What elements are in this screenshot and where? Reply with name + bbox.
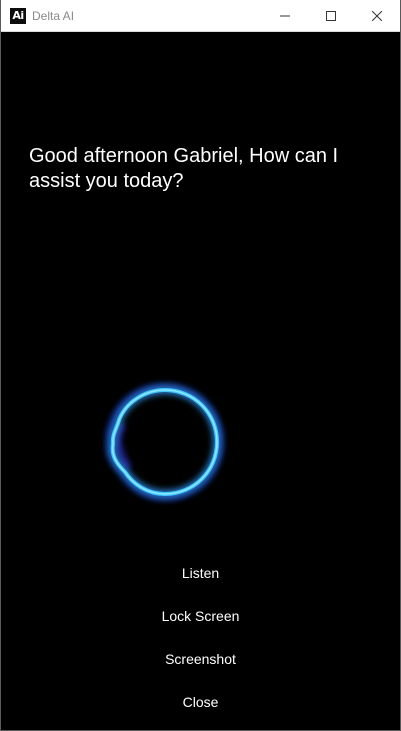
greeting-text: Good afternoon Gabriel, How can I assist…	[29, 145, 339, 192]
screenshot-button[interactable]: Screenshot	[1, 648, 400, 670]
minimize-icon	[280, 15, 290, 16]
close-button[interactable]: Close	[1, 691, 400, 713]
maximize-button[interactable]	[308, 0, 354, 31]
app-window: Ai Delta AI Good afternoon Gabriel, How …	[0, 0, 401, 731]
minimize-button[interactable]	[262, 0, 308, 31]
voice-orb-icon	[105, 382, 225, 502]
app-logo-icon: Ai	[10, 7, 26, 24]
window-controls	[262, 0, 400, 31]
lock-screen-button[interactable]: Lock Screen	[1, 605, 400, 627]
listen-button[interactable]: Listen	[1, 562, 400, 584]
close-icon	[372, 10, 382, 21]
title-bar[interactable]: Ai Delta AI	[1, 0, 400, 32]
close-window-button[interactable]	[354, 0, 400, 31]
main-content: Good afternoon Gabriel, How can I assist…	[1, 32, 400, 730]
maximize-icon	[326, 10, 336, 21]
window-title: Delta AI	[32, 8, 75, 23]
